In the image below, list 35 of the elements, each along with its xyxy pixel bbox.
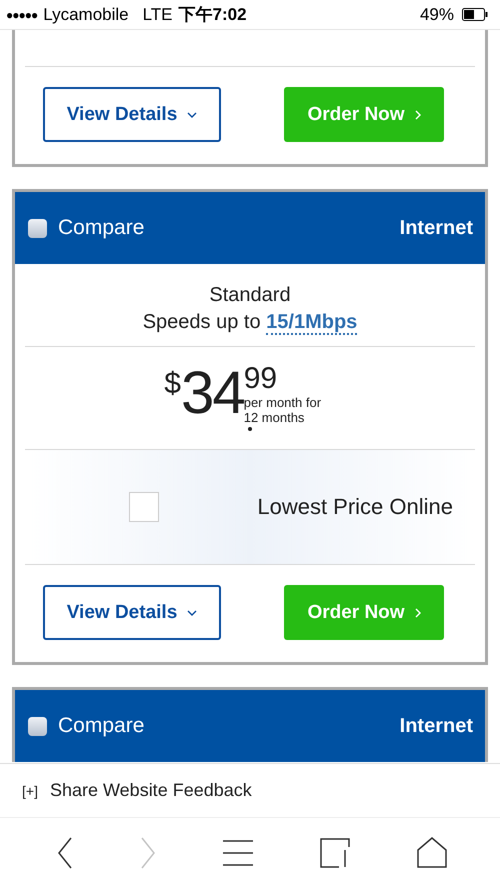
category-label: Internet	[400, 216, 473, 240]
compare-label: Compare	[58, 714, 144, 738]
feature-checkbox[interactable]	[129, 492, 159, 522]
price-currency: $	[164, 367, 181, 402]
speed-label: Speeds up to	[142, 311, 261, 333]
home-icon[interactable]	[416, 837, 447, 868]
battery-percent: 49%	[420, 4, 454, 24]
carousel-dot	[248, 427, 252, 431]
battery-icon	[462, 8, 488, 21]
chevron-right-icon	[414, 608, 421, 618]
menu-icon[interactable]	[222, 840, 254, 866]
network-type: LTE	[142, 4, 173, 24]
signal-strength: ●●●●●	[6, 8, 38, 22]
tabs-icon[interactable]	[320, 838, 350, 868]
view-details-button[interactable]: View Details	[43, 87, 221, 142]
speed-link[interactable]: 15/1Mbps	[266, 311, 358, 335]
expand-marker: [+]	[22, 782, 38, 798]
chevron-down-icon	[187, 610, 198, 616]
feedback-label: Share Website Feedback	[50, 780, 252, 801]
chevron-right-icon	[414, 110, 421, 120]
compare-checkbox[interactable]	[28, 218, 47, 238]
chevron-down-icon	[187, 112, 198, 118]
category-label: Internet	[400, 714, 473, 738]
feature-label: Lowest Price Online	[257, 494, 453, 520]
price-cents: 99	[244, 363, 278, 395]
price-dollars: 34	[180, 363, 244, 425]
compare-checkbox[interactable]	[28, 716, 47, 736]
price-term: per month for 12 months	[244, 395, 322, 425]
carrier-name: Lycamobile	[43, 4, 129, 24]
compare-label: Compare	[58, 216, 144, 240]
back-icon[interactable]	[57, 836, 74, 868]
view-details-button[interactable]: View Details	[43, 585, 221, 640]
feedback-bar[interactable]: [+] Share Website Feedback	[0, 763, 500, 818]
plan-name: Standard	[208, 283, 292, 308]
clock-time: 下午7:02	[178, 4, 247, 26]
